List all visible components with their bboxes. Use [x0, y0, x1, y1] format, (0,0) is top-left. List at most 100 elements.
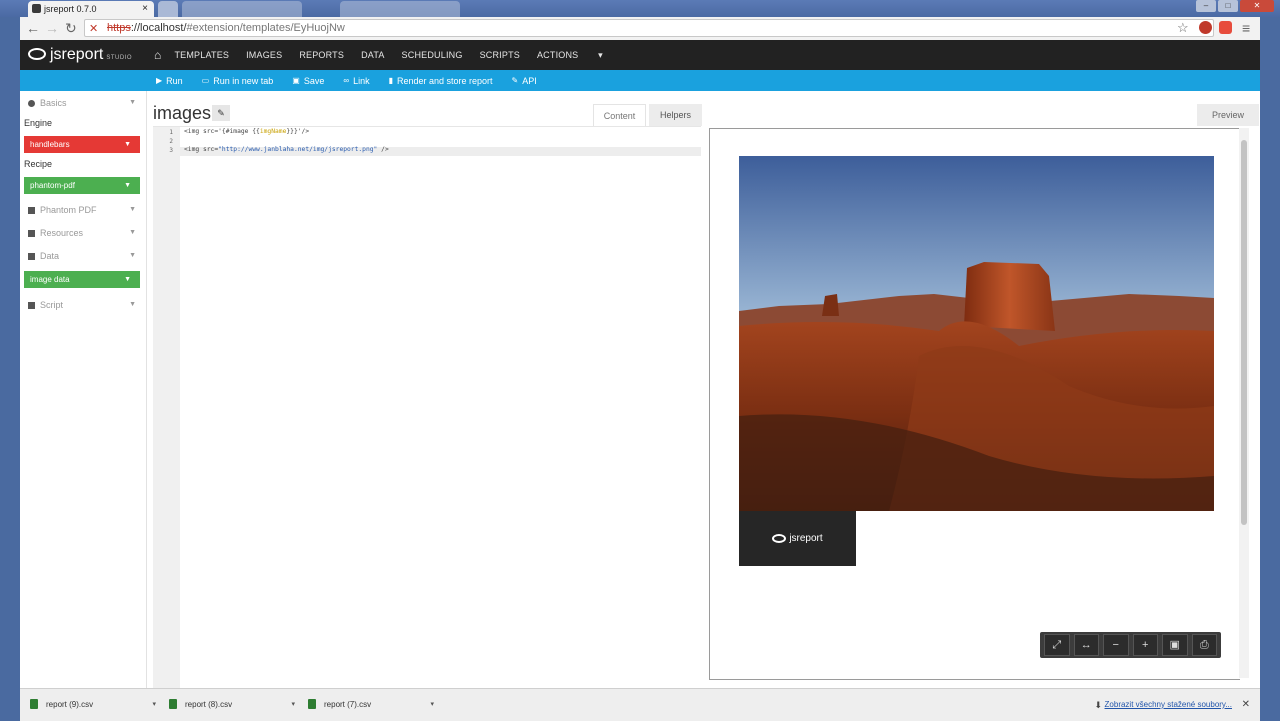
nav-reports[interactable]: REPORTS [299, 50, 344, 60]
reload-icon[interactable]: ↻ [65, 20, 77, 36]
link-button[interactable]: ∞ Link [343, 76, 369, 86]
bookmark-star-icon[interactable]: ☆ [1177, 20, 1189, 36]
pdf-viewer-controls: ⤢ ↔ − + ▣ ⎙ [1040, 632, 1221, 658]
section-data[interactable]: Data ▼ [20, 246, 146, 266]
section-script[interactable]: Script ▼ [20, 295, 146, 315]
run-button[interactable]: ▶ Run [156, 76, 183, 86]
nav-actions-label: ACTIONS [536, 49, 579, 60]
save-button[interactable]: ▣ Save [292, 76, 324, 86]
nav-templates[interactable]: TEMPLATES [174, 50, 229, 60]
fit-page-icon[interactable]: ⤢ [1044, 634, 1070, 656]
download-arrow-icon: ⬇ [1094, 700, 1102, 710]
nav-actions[interactable]: ACTIONS ▾ [537, 50, 620, 61]
close-tab-icon[interactable]: × [142, 1, 148, 17]
code-editor[interactable]: 1 2 3 <img src='{#image {{imgName}}}'/> … [153, 126, 701, 689]
code-line-1: <img src='{#image {{imgName}}}'/> [184, 128, 309, 135]
address-bar: ← → ↻ ✕ https://localhost/#extension/tem… [20, 17, 1260, 41]
home-icon[interactable]: ⌂ [154, 48, 161, 62]
window-close-button[interactable]: ✕ [1240, 0, 1274, 12]
edit-pencil-icon[interactable]: ✎ [212, 105, 230, 121]
caret-down-icon: ▼ [124, 182, 131, 189]
line-number: 3 [169, 147, 173, 154]
recipe-select[interactable]: phantom-pdf ▼ [24, 177, 140, 194]
wrench-icon: ✎ [511, 76, 519, 85]
preview-scrollbar[interactable] [1239, 128, 1249, 678]
sidebar: Basics ▼ Engine handlebars ▼ Recipe phanto… [20, 91, 147, 688]
browser-tab-active[interactable]: jsreport 0.7.0 × [28, 1, 154, 17]
database-icon [28, 253, 35, 260]
forward-arrow-icon[interactable]: → [45, 20, 59, 36]
nav-data[interactable]: DATA [361, 50, 384, 60]
api-label: API [522, 75, 537, 86]
engine-select[interactable]: handlebars ▼ [24, 136, 140, 153]
api-button[interactable]: ✎ API [512, 76, 537, 86]
show-all-downloads-link[interactable]: Zobrazit všechny stažené soubory... [1105, 689, 1232, 721]
render-store-label: Render and store report [396, 75, 493, 86]
nav-scripts[interactable]: SCRIPTS [480, 50, 520, 60]
close-downloads-icon[interactable]: ✕ [1242, 689, 1250, 721]
nav-scheduling[interactable]: SCHEDULING [402, 50, 463, 60]
scrollbar-thumb[interactable] [1241, 140, 1247, 525]
download-filename: report (8).csv [185, 700, 233, 709]
code-line-3: <img src="http://www.janblaha.net/img/js… [184, 146, 389, 153]
excel-file-icon [30, 699, 38, 709]
download-item[interactable]: report (9).csv ▾ [20, 694, 156, 716]
tab-preview[interactable]: Preview [1197, 104, 1259, 126]
back-arrow-icon[interactable]: ← [26, 20, 40, 36]
caret-down-icon[interactable]: ▾ [291, 694, 295, 716]
template-title: images [153, 103, 212, 123]
download-filename: report (9).csv [46, 700, 94, 709]
caret-down-icon: ▼ [124, 141, 131, 148]
extension-icon[interactable] [1199, 21, 1212, 34]
preview-logo-text: jsreport [789, 533, 823, 544]
run-new-tab-label: Run in new tab [213, 75, 274, 86]
zoom-out-icon[interactable]: − [1103, 634, 1129, 656]
link-icon: ∞ [343, 76, 350, 85]
browser-tab[interactable] [182, 1, 302, 17]
data-select[interactable]: image data ▼ [24, 271, 140, 288]
preview-pane[interactable]: jsreport [709, 128, 1240, 680]
logo-text: jsreport [50, 46, 104, 63]
jsreport-logo-icon [772, 534, 787, 543]
extension-icon[interactable] [1219, 21, 1232, 34]
tab-helpers[interactable]: Helpers [649, 104, 702, 126]
browser-tab[interactable] [340, 1, 460, 17]
section-basics[interactable]: Basics ▼ [20, 93, 146, 113]
app-body: Basics ▼ Engine handlebars ▼ Recipe phanto… [20, 91, 1260, 689]
download-filename: report (7).csv [324, 700, 372, 709]
tab-content[interactable]: Content [593, 104, 646, 126]
zoom-in-icon[interactable]: + [1132, 634, 1158, 656]
url-input[interactable]: ✕ https://localhost/#extension/templates… [84, 19, 1214, 37]
url-protocol: https [107, 22, 131, 34]
monitor-icon: ▭ [201, 76, 210, 85]
caret-down-icon[interactable]: ▾ [152, 694, 156, 716]
step-icon: ▮ [388, 76, 393, 85]
resources-label: Resources [40, 228, 84, 238]
code-token: imgName [259, 128, 287, 135]
link-label: Link [353, 75, 370, 86]
url-host: ://localhost/ [130, 22, 187, 34]
section-phantom-pdf[interactable]: Phantom PDF ▼ [20, 200, 146, 220]
menu-icon[interactable]: ≡ [1242, 20, 1250, 36]
section-resources[interactable]: Resources ▼ [20, 223, 146, 243]
run-new-tab-button[interactable]: ▭ Run in new tab [202, 76, 274, 86]
desert-photo [739, 156, 1214, 511]
fit-width-icon[interactable]: ↔ [1073, 634, 1099, 656]
data-value: image data [30, 275, 70, 284]
jsreport-logo[interactable]: jsreport STUDIO [28, 45, 132, 68]
print-icon[interactable]: ⎙ [1191, 634, 1217, 656]
nav-images[interactable]: IMAGES [246, 50, 282, 60]
line-number: 1 [169, 129, 173, 136]
download-item[interactable]: report (8).csv ▾ [159, 694, 295, 716]
maximize-button[interactable]: □ [1218, 0, 1238, 12]
render-store-button[interactable]: ▮ Render and store report [389, 76, 493, 86]
excel-file-icon [169, 699, 177, 709]
new-tab-button[interactable] [158, 1, 178, 17]
jsreport-logo-icon [28, 48, 46, 60]
download-item[interactable]: report (7).csv ▾ [298, 694, 434, 716]
caret-down-icon: ▼ [124, 276, 131, 283]
save-icon[interactable]: ▣ [1162, 634, 1188, 656]
code-token: <img src= [184, 146, 219, 153]
caret-down-icon[interactable]: ▾ [430, 694, 434, 716]
minimize-button[interactable]: – [1196, 0, 1216, 12]
